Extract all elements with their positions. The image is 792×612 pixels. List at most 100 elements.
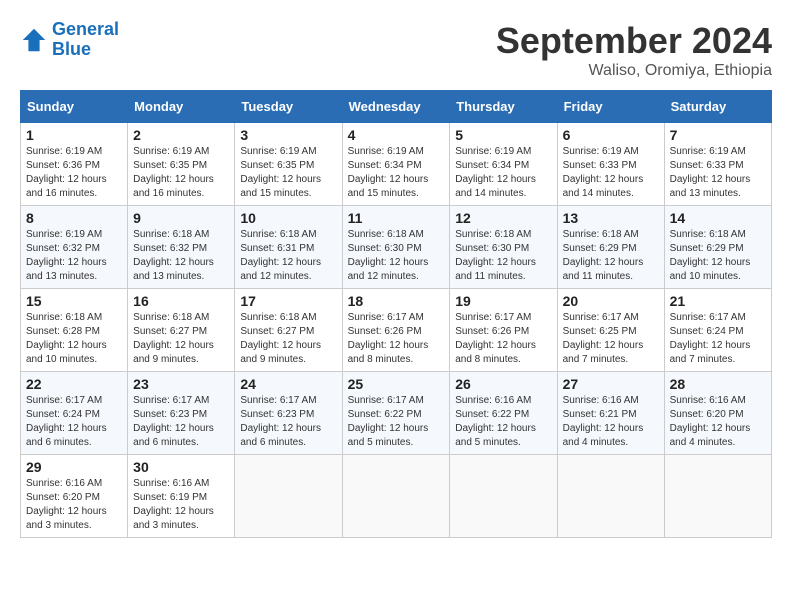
day-number: 12 [455, 210, 551, 226]
day-number: 20 [563, 293, 659, 309]
header: General Blue September 2024 Waliso, Orom… [20, 20, 772, 80]
week-row-5: 29 Sunrise: 6:16 AMSunset: 6:20 PMDaylig… [21, 455, 772, 538]
day-cell [557, 455, 664, 538]
day-number: 23 [133, 376, 229, 392]
day-cell: 17 Sunrise: 6:18 AMSunset: 6:27 PMDaylig… [235, 289, 342, 372]
day-detail: Sunrise: 6:19 AMSunset: 6:34 PMDaylight:… [348, 146, 429, 199]
day-detail: Sunrise: 6:18 AMSunset: 6:28 PMDaylight:… [26, 312, 107, 365]
day-detail: Sunrise: 6:16 AMSunset: 6:20 PMDaylight:… [670, 395, 751, 448]
day-cell: 22 Sunrise: 6:17 AMSunset: 6:24 PMDaylig… [21, 372, 128, 455]
day-cell: 29 Sunrise: 6:16 AMSunset: 6:20 PMDaylig… [21, 455, 128, 538]
day-cell: 1 Sunrise: 6:19 AMSunset: 6:36 PMDayligh… [21, 123, 128, 206]
day-detail: Sunrise: 6:17 AMSunset: 6:24 PMDaylight:… [670, 312, 751, 365]
day-cell: 11 Sunrise: 6:18 AMSunset: 6:30 PMDaylig… [342, 206, 450, 289]
day-number: 13 [563, 210, 659, 226]
location-title: Waliso, Oromiya, Ethiopia [496, 62, 772, 80]
day-cell [450, 455, 557, 538]
day-cell [235, 455, 342, 538]
day-number: 29 [26, 459, 122, 475]
day-cell: 16 Sunrise: 6:18 AMSunset: 6:27 PMDaylig… [128, 289, 235, 372]
col-header-sunday: Sunday [21, 91, 128, 123]
day-detail: Sunrise: 6:18 AMSunset: 6:30 PMDaylight:… [348, 229, 429, 282]
day-cell: 30 Sunrise: 6:16 AMSunset: 6:19 PMDaylig… [128, 455, 235, 538]
day-number: 26 [455, 376, 551, 392]
day-cell: 2 Sunrise: 6:19 AMSunset: 6:35 PMDayligh… [128, 123, 235, 206]
day-detail: Sunrise: 6:17 AMSunset: 6:25 PMDaylight:… [563, 312, 644, 365]
day-detail: Sunrise: 6:16 AMSunset: 6:21 PMDaylight:… [563, 395, 644, 448]
day-detail: Sunrise: 6:18 AMSunset: 6:32 PMDaylight:… [133, 229, 214, 282]
day-cell: 12 Sunrise: 6:18 AMSunset: 6:30 PMDaylig… [450, 206, 557, 289]
col-header-tuesday: Tuesday [235, 91, 342, 123]
day-detail: Sunrise: 6:16 AMSunset: 6:22 PMDaylight:… [455, 395, 536, 448]
day-number: 7 [670, 127, 766, 143]
col-header-friday: Friday [557, 91, 664, 123]
day-cell: 26 Sunrise: 6:16 AMSunset: 6:22 PMDaylig… [450, 372, 557, 455]
logo-icon [20, 26, 48, 54]
day-detail: Sunrise: 6:17 AMSunset: 6:23 PMDaylight:… [133, 395, 214, 448]
day-cell: 10 Sunrise: 6:18 AMSunset: 6:31 PMDaylig… [235, 206, 342, 289]
day-detail: Sunrise: 6:17 AMSunset: 6:26 PMDaylight:… [348, 312, 429, 365]
calendar-header-row: SundayMondayTuesdayWednesdayThursdayFrid… [21, 91, 772, 123]
day-detail: Sunrise: 6:19 AMSunset: 6:34 PMDaylight:… [455, 146, 536, 199]
day-number: 21 [670, 293, 766, 309]
day-number: 14 [670, 210, 766, 226]
day-cell: 19 Sunrise: 6:17 AMSunset: 6:26 PMDaylig… [450, 289, 557, 372]
day-number: 27 [563, 376, 659, 392]
day-cell: 15 Sunrise: 6:18 AMSunset: 6:28 PMDaylig… [21, 289, 128, 372]
day-cell: 23 Sunrise: 6:17 AMSunset: 6:23 PMDaylig… [128, 372, 235, 455]
day-number: 5 [455, 127, 551, 143]
day-number: 11 [348, 210, 445, 226]
day-number: 19 [455, 293, 551, 309]
day-cell: 6 Sunrise: 6:19 AMSunset: 6:33 PMDayligh… [557, 123, 664, 206]
day-cell [342, 455, 450, 538]
day-detail: Sunrise: 6:18 AMSunset: 6:31 PMDaylight:… [240, 229, 321, 282]
day-detail: Sunrise: 6:19 AMSunset: 6:35 PMDaylight:… [240, 146, 321, 199]
day-number: 3 [240, 127, 336, 143]
day-cell: 9 Sunrise: 6:18 AMSunset: 6:32 PMDayligh… [128, 206, 235, 289]
day-detail: Sunrise: 6:17 AMSunset: 6:22 PMDaylight:… [348, 395, 429, 448]
day-cell: 3 Sunrise: 6:19 AMSunset: 6:35 PMDayligh… [235, 123, 342, 206]
day-detail: Sunrise: 6:17 AMSunset: 6:26 PMDaylight:… [455, 312, 536, 365]
day-cell: 18 Sunrise: 6:17 AMSunset: 6:26 PMDaylig… [342, 289, 450, 372]
day-number: 24 [240, 376, 336, 392]
day-number: 6 [563, 127, 659, 143]
day-cell: 24 Sunrise: 6:17 AMSunset: 6:23 PMDaylig… [235, 372, 342, 455]
day-cell: 7 Sunrise: 6:19 AMSunset: 6:33 PMDayligh… [664, 123, 771, 206]
day-detail: Sunrise: 6:18 AMSunset: 6:27 PMDaylight:… [240, 312, 321, 365]
title-area: September 2024 Waliso, Oromiya, Ethiopia [496, 20, 772, 80]
day-detail: Sunrise: 6:17 AMSunset: 6:24 PMDaylight:… [26, 395, 107, 448]
day-detail: Sunrise: 6:19 AMSunset: 6:36 PMDaylight:… [26, 146, 107, 199]
day-number: 25 [348, 376, 445, 392]
day-cell: 20 Sunrise: 6:17 AMSunset: 6:25 PMDaylig… [557, 289, 664, 372]
day-number: 15 [26, 293, 122, 309]
day-cell: 21 Sunrise: 6:17 AMSunset: 6:24 PMDaylig… [664, 289, 771, 372]
col-header-wednesday: Wednesday [342, 91, 450, 123]
day-detail: Sunrise: 6:16 AMSunset: 6:20 PMDaylight:… [26, 478, 107, 531]
day-number: 2 [133, 127, 229, 143]
day-number: 28 [670, 376, 766, 392]
day-cell: 8 Sunrise: 6:19 AMSunset: 6:32 PMDayligh… [21, 206, 128, 289]
day-detail: Sunrise: 6:16 AMSunset: 6:19 PMDaylight:… [133, 478, 214, 531]
day-cell: 13 Sunrise: 6:18 AMSunset: 6:29 PMDaylig… [557, 206, 664, 289]
day-cell: 5 Sunrise: 6:19 AMSunset: 6:34 PMDayligh… [450, 123, 557, 206]
day-cell: 25 Sunrise: 6:17 AMSunset: 6:22 PMDaylig… [342, 372, 450, 455]
day-detail: Sunrise: 6:18 AMSunset: 6:27 PMDaylight:… [133, 312, 214, 365]
col-header-monday: Monday [128, 91, 235, 123]
day-number: 10 [240, 210, 336, 226]
day-number: 30 [133, 459, 229, 475]
week-row-3: 15 Sunrise: 6:18 AMSunset: 6:28 PMDaylig… [21, 289, 772, 372]
day-cell: 27 Sunrise: 6:16 AMSunset: 6:21 PMDaylig… [557, 372, 664, 455]
day-number: 1 [26, 127, 122, 143]
day-cell: 14 Sunrise: 6:18 AMSunset: 6:29 PMDaylig… [664, 206, 771, 289]
week-row-1: 1 Sunrise: 6:19 AMSunset: 6:36 PMDayligh… [21, 123, 772, 206]
day-detail: Sunrise: 6:18 AMSunset: 6:29 PMDaylight:… [670, 229, 751, 282]
day-number: 17 [240, 293, 336, 309]
calendar-table: SundayMondayTuesdayWednesdayThursdayFrid… [20, 90, 772, 538]
day-number: 22 [26, 376, 122, 392]
logo-line2: Blue [52, 39, 91, 59]
week-row-2: 8 Sunrise: 6:19 AMSunset: 6:32 PMDayligh… [21, 206, 772, 289]
col-header-saturday: Saturday [664, 91, 771, 123]
day-detail: Sunrise: 6:18 AMSunset: 6:29 PMDaylight:… [563, 229, 644, 282]
day-detail: Sunrise: 6:19 AMSunset: 6:32 PMDaylight:… [26, 229, 107, 282]
day-number: 16 [133, 293, 229, 309]
